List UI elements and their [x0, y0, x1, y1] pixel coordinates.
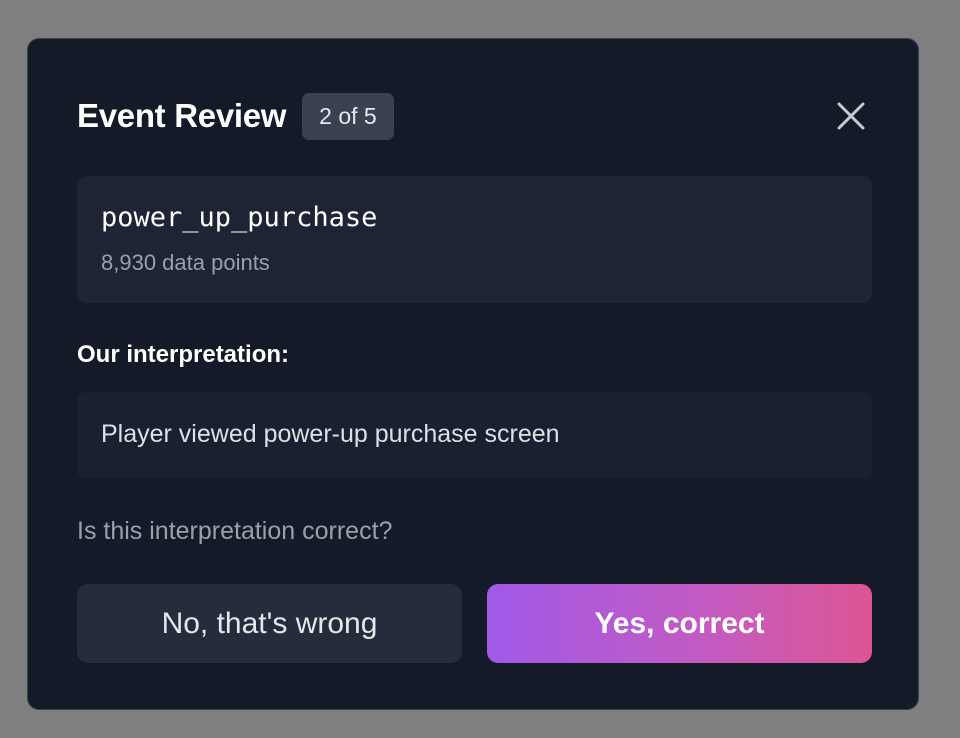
- event-card: power_up_purchase 8,930 data points: [77, 176, 872, 303]
- modal-title: Event Review: [77, 97, 287, 134]
- modal-header: Event Review 2 of 5: [77, 92, 869, 140]
- event-data-points: 8,930 data points: [101, 250, 270, 275]
- close-icon: [837, 102, 865, 130]
- interpretation-label: Our interpretation:: [77, 341, 290, 368]
- reject-button[interactable]: No, that's wrong: [77, 584, 462, 663]
- interpretation-text: Player viewed power-up purchase screen: [101, 420, 560, 448]
- interpretation-box: Player viewed power-up purchase screen: [77, 392, 872, 479]
- confirm-button[interactable]: Yes, correct: [487, 584, 872, 663]
- event-name: power_up_purchase: [101, 202, 378, 233]
- confirmation-question: Is this interpretation correct?: [77, 517, 393, 545]
- progress-badge: 2 of 5: [302, 92, 394, 140]
- event-review-modal: Event Review 2 of 5 power_up_purchase 8,…: [27, 38, 919, 710]
- close-button[interactable]: [833, 98, 869, 134]
